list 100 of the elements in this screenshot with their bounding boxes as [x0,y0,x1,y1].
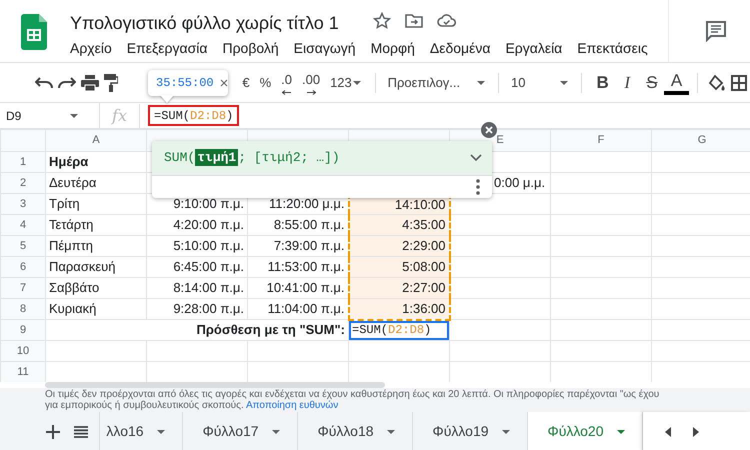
number-format-button[interactable]: € [237,70,255,96]
menu-item[interactable]: Προβολή [222,38,279,59]
caret-icon [352,80,362,86]
table-cell: 4:35:00 [348,214,450,236]
row-number[interactable]: 3 [0,194,46,214]
caret-icon [270,428,281,434]
comment-icon[interactable] [705,20,727,42]
row-number[interactable]: 10 [0,340,46,362]
row-number[interactable]: 8 [0,298,46,320]
chevron-icon [470,154,482,162]
all-sheets-button[interactable] [74,426,88,438]
font-dropdown[interactable]: Προεπιλογ... [384,70,490,96]
caret-icon [69,112,80,118]
redo-icon [58,76,76,90]
menu-item[interactable]: Εργαλεία [505,38,562,59]
table-cell: Τετάρτη [46,214,146,236]
plus-icon [46,424,60,438]
table-cell: 5:08:00 [348,256,450,278]
scroll-right-button[interactable] [692,426,699,436]
triangle-left-icon [664,426,671,436]
close-button[interactable]: × [220,76,228,90]
fx-label: fx [100,104,140,128]
print-icon [80,74,98,90]
table-cell: Τρίτη [46,194,146,214]
menu-item[interactable]: Επεκτάσεις [577,38,648,59]
caret-icon [386,428,396,434]
formula-cell[interactable]: =SUM(D2:D8) [348,320,450,340]
text-style-button[interactable]: I [614,70,640,96]
number-format-button[interactable]: 123 [325,70,367,96]
disclaimer-link[interactable]: Αποποίηση ευθυνών [246,400,338,411]
formula-field[interactable]: =SUM(D2:D8) [148,105,240,126]
row-number[interactable]: 11 [0,362,46,382]
undo-icon [34,76,52,90]
table-cell: 9:28:00 π.μ. [146,298,248,320]
arrow-icon [282,90,292,95]
more-options-button[interactable] [476,179,480,195]
column-header[interactable]: F [550,130,652,152]
number-format-button[interactable]: .0 [276,70,297,96]
row-number[interactable]: 5 [0,236,46,256]
table-cell: 8:14:00 π.μ. [146,278,248,298]
caret-icon [476,80,486,86]
list-icon [74,426,88,438]
add-sheet-button[interactable] [46,424,60,438]
scroll-left-button[interactable] [664,426,671,436]
more-icon [476,179,480,195]
menu-item[interactable]: Δεδομένα [430,38,490,59]
table-cell: Πέμπτη [46,236,146,256]
table-cell: 2:27:00 [348,278,450,298]
table-cell: Ημέρα [46,152,146,172]
column-header[interactable]: A [46,130,146,152]
move-folder-icon[interactable] [405,12,423,30]
close-icon[interactable] [481,122,497,138]
caret-icon [616,428,626,434]
tooltip-value: 35:55:00 [156,75,214,92]
menu-item[interactable]: Μορφή [370,38,415,59]
star-icon[interactable] [373,12,391,30]
name-box[interactable]: D9 [0,103,100,128]
expand-button[interactable] [470,154,482,162]
row-number[interactable]: 9 [0,320,46,340]
arrow-icon [306,90,316,95]
cloud-check-icon[interactable] [437,12,457,30]
table-cell: Κυριακή [46,298,146,320]
row-number[interactable]: 4 [0,214,46,236]
text-style-button[interactable]: B [590,70,615,96]
text-style-button[interactable]: S [640,70,664,96]
table-cell: 4:20:00 π.μ. [146,214,248,236]
row-number[interactable]: 7 [0,278,46,298]
table-cell: 5:10:00 π.μ. [146,236,248,256]
notice-text: για εμπορικούς ή συμβουλευτικούς σκοπούς. [45,400,244,411]
document-title[interactable]: Υπολογιστικό φύλλο χωρίς τίτλο 1 [70,10,339,37]
notice-text: Οι τιμές δεν προέρχονται από όλες τις αγορές και ενδέχεται να έχουν καθυστέρηση έως και 20 λεπτά. Οι πληροφορίες παρέχονται "ως έχου [45,389,660,400]
table-cell: 6:45:00 π.μ. [146,256,248,278]
row-number[interactable]: 6 [0,256,46,278]
row-number[interactable]: 1 [0,152,46,172]
menu-item[interactable]: Επεξεργασία [126,38,208,59]
triangle-right-icon [692,426,699,436]
text-style-button[interactable]: A [664,70,689,94]
font-size-dropdown[interactable]: 10 [506,70,574,96]
caret-icon [500,428,511,434]
fill-color-icon [708,74,726,90]
table-cell: 2:29:00 [348,236,450,256]
paint-format-icon [104,74,118,92]
table-cell: 1:36:00 [348,298,450,320]
sheets-logo-icon[interactable] [21,14,47,50]
table-cell: Πρόσθεση με τη "SUM": [46,320,348,340]
function-signature: SUM(τιμή1; [τιμή2; …]) [164,148,340,168]
menu-item[interactable]: Αρχείο [70,38,112,59]
row-number[interactable]: 2 [0,172,46,194]
table-cell: Δευτέρα [46,172,146,194]
table-cell: Παρασκευή [46,256,146,278]
scrollbar-thumb[interactable] [45,382,385,388]
caret-icon [156,428,166,434]
menu-item[interactable]: Εισαγωγή [294,38,356,59]
sheet-tab[interactable]: Φύλλο20 [528,412,643,450]
corner-cell[interactable] [0,130,46,152]
table-cell: Σαββάτο [46,278,146,298]
number-format-button[interactable]: .00 [297,70,326,96]
caret-icon [559,80,570,86]
column-header[interactable]: G [652,130,750,152]
number-format-button[interactable]: % [254,70,276,96]
